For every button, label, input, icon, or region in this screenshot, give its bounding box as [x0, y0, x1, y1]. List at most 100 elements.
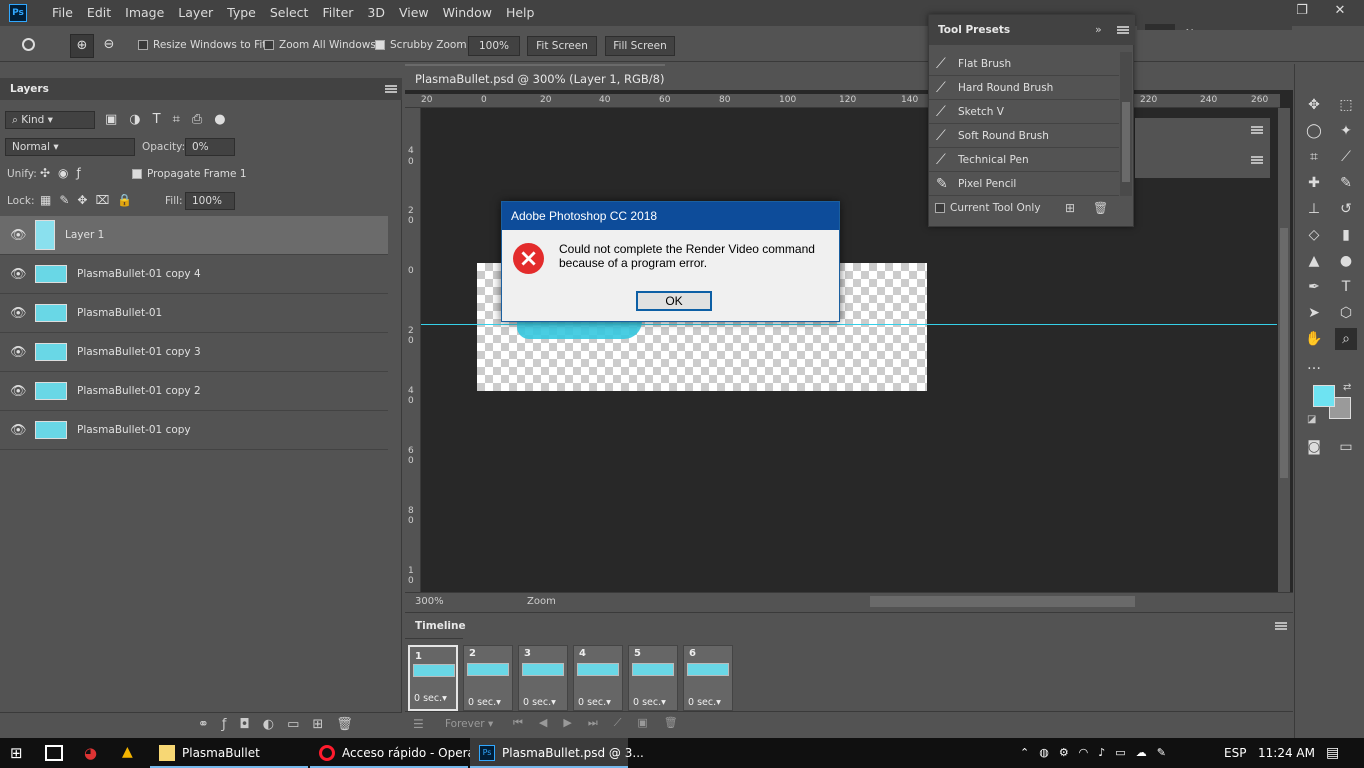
frame-delay[interactable]: 0 sec.▾: [414, 691, 447, 707]
animation-frame[interactable]: 5 0 sec.▾: [628, 645, 678, 711]
preset-item[interactable]: ⟋ Sketch V: [929, 100, 1119, 124]
layer-row[interactable]: 👁 PlasmaBullet-01 copy: [0, 411, 388, 450]
convert-icon[interactable]: ☰: [413, 717, 424, 731]
lasso-tool-icon[interactable]: ◯: [1303, 120, 1325, 142]
trash-icon[interactable]: 🗑: [1093, 201, 1108, 215]
visibility-eye-icon[interactable]: 👁: [10, 346, 27, 359]
notification-icon[interactable]: ▤: [1326, 738, 1339, 768]
marquee-tool-icon[interactable]: ⬚: [1335, 94, 1357, 116]
task-view-icon[interactable]: [45, 745, 63, 761]
stamp-tool-icon[interactable]: ⊥: [1303, 198, 1325, 220]
preset-item[interactable]: ⟋ Technical Pen: [929, 148, 1119, 172]
default-colors-icon[interactable]: ◪: [1307, 414, 1316, 425]
menu-layer[interactable]: Layer: [171, 0, 220, 26]
layer-row[interactable]: 👁 PlasmaBullet-01 copy 4: [0, 255, 388, 294]
path-selection-icon[interactable]: ➤: [1303, 302, 1325, 324]
avast-pinned-icon[interactable]: ▲: [122, 744, 133, 760]
layer-row[interactable]: 👁 Layer 1: [0, 216, 388, 255]
animation-frame[interactable]: 3 0 sec.▾: [518, 645, 568, 711]
fill-field[interactable]: 100%: [185, 192, 235, 210]
filter-kind-select[interactable]: ⌕ Kind ▾: [5, 111, 95, 129]
visibility-eye-icon[interactable]: 👁: [10, 268, 27, 281]
animation-frame[interactable]: 6 0 sec.▾: [683, 645, 733, 711]
ok-button[interactable]: OK: [636, 291, 712, 311]
zoom-status[interactable]: 300%: [415, 596, 444, 607]
frame-delay[interactable]: 0 sec.▾: [523, 697, 556, 708]
lock-icons[interactable]: ▦✎✥⌧🔒: [40, 193, 140, 207]
menu-window[interactable]: Window: [436, 0, 499, 26]
blur-tool-icon[interactable]: ▲: [1303, 250, 1325, 272]
frame-delay[interactable]: 0 sec.▾: [633, 697, 666, 708]
dodge-tool-icon[interactable]: ●: [1335, 250, 1357, 272]
timeline-tab[interactable]: Timeline: [405, 613, 466, 639]
scroll-thumb[interactable]: [1280, 228, 1288, 478]
foreground-color-swatch[interactable]: [1313, 385, 1335, 407]
animation-frame[interactable]: 4 0 sec.▾: [573, 645, 623, 711]
brush-tool-icon[interactable]: ✎: [1335, 172, 1357, 194]
presets-scrollbar[interactable]: [1120, 52, 1132, 196]
loop-select[interactable]: Forever ▾: [445, 718, 493, 730]
menu-image[interactable]: Image: [118, 0, 171, 26]
new-preset-icon[interactable]: ⊞: [1065, 201, 1075, 215]
menu-select[interactable]: Select: [263, 0, 316, 26]
pen-tool-icon[interactable]: ✒: [1303, 276, 1325, 298]
taskbar-app-opera[interactable]: Acceso rápido - Opera: [310, 738, 475, 768]
animation-frame[interactable]: 1 0 sec.▾: [408, 645, 458, 711]
visibility-eye-icon[interactable]: 👁: [10, 385, 27, 398]
frame-delay[interactable]: 0 sec.▾: [688, 697, 721, 708]
document-tab[interactable]: PlasmaBullet.psd @ 300% (Layer 1, RGB/8)…: [405, 64, 665, 112]
zoom-tool-icon[interactable]: ⌕: [1335, 328, 1357, 350]
panel-menu-icon[interactable]: [1251, 126, 1263, 134]
playback-controls[interactable]: ⏮◀▶⏭⟋▣🗑: [513, 716, 694, 730]
close-window-button[interactable]: ✕: [1322, 0, 1358, 22]
menu-help[interactable]: Help: [499, 0, 542, 26]
type-tool-icon[interactable]: T: [1335, 276, 1357, 298]
taskbar-app-photoshop[interactable]: Ps PlasmaBullet.psd @ 3...: [470, 738, 644, 768]
unify-icons[interactable]: ✣◉ƒ: [40, 166, 89, 180]
menu-file[interactable]: File: [45, 0, 80, 26]
swap-colors-icon[interactable]: ⇄: [1343, 382, 1351, 393]
current-tool-only-checkbox[interactable]: Current Tool Only: [935, 202, 1041, 214]
frame-delay[interactable]: 0 sec.▾: [578, 697, 611, 708]
horizontal-scrollbar[interactable]: [870, 596, 1135, 607]
history-brush-icon[interactable]: ↺: [1335, 198, 1357, 220]
blend-mode-select[interactable]: Normal ▾: [5, 138, 135, 156]
taskbar-app-explorer[interactable]: PlasmaBullet: [150, 738, 308, 768]
zoom-value-field[interactable]: 100%: [468, 36, 520, 56]
crop-tool-icon[interactable]: ⌗: [1303, 146, 1325, 168]
resize-windows-checkbox[interactable]: Resize Windows to Fit: [138, 39, 266, 51]
healing-brush-icon[interactable]: ✚: [1303, 172, 1325, 194]
visibility-eye-icon[interactable]: 👁: [10, 424, 27, 437]
shape-tool-icon[interactable]: ⬡: [1335, 302, 1357, 324]
scroll-thumb[interactable]: [1122, 102, 1130, 182]
status-mode[interactable]: Zoom: [527, 596, 556, 607]
menu-edit[interactable]: Edit: [80, 0, 118, 26]
layers-tab[interactable]: Layers: [0, 78, 402, 100]
more-tools-icon[interactable]: …: [1303, 354, 1325, 376]
quick-mask-icon[interactable]: ◙: [1303, 436, 1325, 458]
clock[interactable]: 11:24 AM: [1258, 738, 1315, 768]
app-pinned-icon[interactable]: ◕: [84, 744, 97, 762]
filter-icons[interactable]: ▣◑T⌗⎙●: [105, 112, 238, 127]
gradient-tool-icon[interactable]: ▮: [1335, 224, 1357, 246]
preset-item[interactable]: ⟋ Soft Round Brush: [929, 124, 1119, 148]
eraser-tool-icon[interactable]: ◇: [1303, 224, 1325, 246]
system-tray-icons[interactable]: ⌃◍⚙◠♪▭☁✎: [1020, 738, 1176, 768]
layer-row[interactable]: 👁 PlasmaBullet-01 copy 2: [0, 372, 388, 411]
preset-item[interactable]: ⟋ Hard Round Brush: [929, 76, 1119, 100]
zoom-all-checkbox[interactable]: Zoom All Windows: [264, 39, 376, 51]
animation-frame[interactable]: 2 0 sec.▾: [463, 645, 513, 711]
eyedropper-icon[interactable]: ⟋: [1335, 146, 1357, 168]
collapse-icon[interactable]: »: [1095, 23, 1102, 36]
fill-screen-button[interactable]: Fill Screen: [605, 36, 675, 56]
propagate-frame-checkbox[interactable]: Propagate Frame 1: [132, 168, 247, 180]
screen-mode-icon[interactable]: ▭: [1335, 436, 1357, 458]
vertical-scrollbar[interactable]: [1278, 108, 1290, 592]
zoom-in-icon[interactable]: ⊕: [70, 34, 94, 58]
layer-actions-icons[interactable]: ⚭ƒ◘◐▭⊞🗑: [198, 717, 366, 732]
menu-view[interactable]: View: [392, 0, 436, 26]
scrubby-zoom-checkbox[interactable]: Scrubby Zoom: [375, 39, 467, 51]
menu-filter[interactable]: Filter: [315, 0, 360, 26]
panel-menu-icon[interactable]: [1117, 26, 1129, 34]
frame-delay[interactable]: 0 sec.▾: [468, 697, 501, 708]
